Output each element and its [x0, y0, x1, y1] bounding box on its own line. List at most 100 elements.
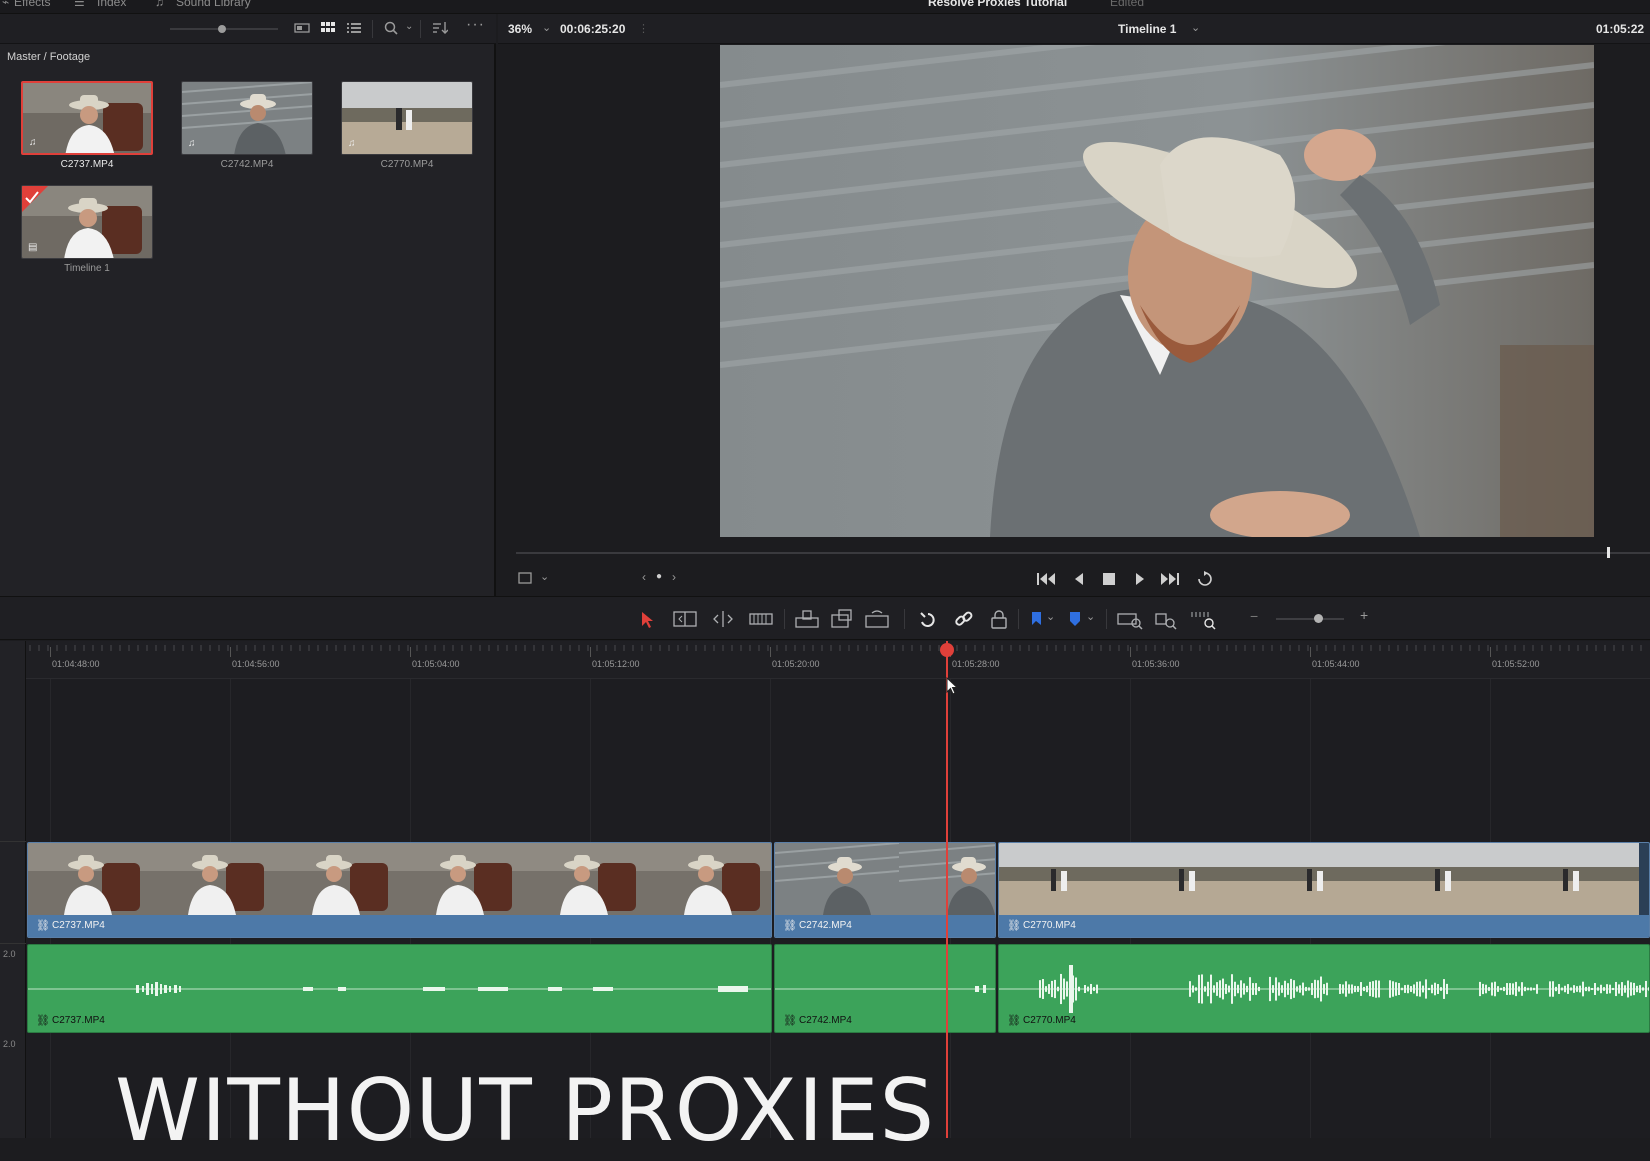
- index-tab[interactable]: Index: [97, 0, 126, 9]
- sound-library-tab[interactable]: Sound Library: [176, 0, 251, 9]
- go-to-start-icon[interactable]: [1036, 572, 1056, 586]
- jog-dot-icon[interactable]: ●: [656, 571, 662, 582]
- linked-selection-icon[interactable]: [954, 610, 974, 630]
- flag-chevron-down-icon[interactable]: ⌄: [1046, 610, 1055, 623]
- effects-tab[interactable]: Effects: [14, 0, 50, 9]
- ruler-timecode-label: 01:05:44:00: [1312, 659, 1360, 669]
- marker-icon[interactable]: [1068, 611, 1082, 627]
- ruler-major-tick: [50, 647, 51, 657]
- clip-thumbnail-image: [182, 82, 312, 154]
- clip-thumbnail[interactable]: ♫: [181, 81, 313, 155]
- zoom-detail-icon[interactable]: [1154, 610, 1180, 630]
- zoom-level[interactable]: 36%: [508, 22, 532, 36]
- dynamic-trim-icon[interactable]: [710, 610, 736, 628]
- source-timecode: 00:06:25:20: [560, 22, 626, 36]
- transform-overlay-icon[interactable]: [518, 572, 532, 584]
- search-icon[interactable]: [384, 21, 398, 35]
- video-clip-c2770[interactable]: ⛓ C2770.MP4: [998, 842, 1650, 938]
- trim-tool-icon[interactable]: [672, 610, 698, 628]
- play-reverse-icon[interactable]: [1073, 572, 1085, 586]
- play-icon[interactable]: [1134, 572, 1146, 586]
- zoom-custom-icon[interactable]: [1190, 608, 1218, 630]
- overwrite-clip-icon[interactable]: [830, 609, 854, 629]
- timeline-badge-icon: ▤: [28, 242, 38, 253]
- clip-name: C2737.MP4: [60, 159, 114, 170]
- overlay-chevron-down-icon[interactable]: ⌄: [540, 570, 549, 583]
- video-clip-filmstrip: [999, 843, 1639, 915]
- zoom-full-extent-icon[interactable]: [1116, 610, 1144, 630]
- zoom-out-icon[interactable]: −: [1250, 608, 1258, 624]
- link-icon: ⛓: [1007, 920, 1021, 932]
- timeline-chevron-down-icon[interactable]: ⌄: [1191, 21, 1200, 34]
- insert-clip-icon[interactable]: [794, 610, 820, 630]
- clip-name: C2770.MP4: [1023, 1015, 1076, 1026]
- sound-library-icon[interactable]: ♫: [155, 0, 164, 9]
- timeline-name[interactable]: Timeline 1: [1118, 22, 1176, 36]
- timeline-zoom-slider[interactable]: [1276, 614, 1344, 623]
- clip-thumbnail[interactable]: ♫: [21, 81, 153, 155]
- ruler-major-tick: [1130, 647, 1131, 657]
- timeline-viewer: 36% ⌄ 00:06:25:20 ⋮ Timeline 1 ⌄ 01:05:2…: [498, 14, 1650, 596]
- video-clip-c2737[interactable]: ⛓ C2737.MP4: [27, 842, 772, 938]
- ruler-timecode-label: 01:05:20:00: [772, 659, 820, 669]
- ruler-timecode-label: 01:05:52:00: [1492, 659, 1540, 669]
- clip-thumbnail-image: [22, 186, 152, 258]
- index-icon[interactable]: ☰: [74, 0, 85, 9]
- viewer-options-icon[interactable]: ⋮: [638, 22, 649, 35]
- zoom-in-icon[interactable]: +: [1360, 607, 1368, 623]
- flag-icon[interactable]: [1030, 611, 1042, 627]
- stop-icon[interactable]: [1103, 573, 1115, 585]
- selection-tool-icon[interactable]: [640, 611, 654, 629]
- timeline-zoom-slider-knob[interactable]: [1314, 614, 1324, 623]
- mouse-cursor-icon: [946, 677, 959, 695]
- video-clip-filmstrip: [775, 843, 995, 915]
- link-icon: ⛓: [1007, 1015, 1021, 1027]
- loop-icon[interactable]: [1196, 571, 1214, 587]
- clip-thumbnail[interactable]: ♫: [341, 81, 473, 155]
- search-chevron-down-icon[interactable]: ⌄: [405, 21, 413, 32]
- marker-chevron-down-icon[interactable]: ⌄: [1086, 610, 1095, 623]
- snapping-icon[interactable]: [918, 610, 938, 630]
- thumbnail-size-slider-knob[interactable]: [217, 25, 226, 33]
- audio-clip-c2737[interactable]: ⛓ C2737.MP4: [27, 944, 772, 1033]
- project-status: Edited: [1110, 0, 1145, 9]
- audio-waveform: [999, 965, 1649, 1013]
- ruler-timecode-label: 01:04:56:00: [232, 659, 280, 669]
- more-options-icon[interactable]: ···: [466, 16, 485, 34]
- zoom-chevron-down-icon[interactable]: ⌄: [542, 21, 551, 34]
- effects-icon[interactable]: ⌁: [2, 0, 9, 9]
- ruler-major-tick: [590, 647, 591, 657]
- audio-clip-c2742[interactable]: ⛓ C2742.MP4: [774, 944, 996, 1033]
- link-icon: ⛓: [36, 1015, 50, 1027]
- ruler-major-tick: [1310, 647, 1311, 657]
- next-edit-icon[interactable]: ›: [672, 570, 676, 584]
- timeline-ruler[interactable]: 01:04:48:00 01:04:56:00 01:05:04:00 01:05:1…: [26, 641, 1650, 679]
- video-frame-image: [720, 45, 1594, 537]
- media-pool-toolbar: ⌄ ···: [0, 14, 496, 44]
- position-lock-icon[interactable]: [990, 610, 1008, 630]
- clip-name: C2742.MP4: [220, 159, 274, 170]
- blade-tool-icon[interactable]: [748, 610, 774, 628]
- viewer-scrub-bar[interactable]: [516, 547, 1650, 558]
- clip-name: C2737.MP4: [52, 920, 105, 931]
- thumbnail-size-slider[interactable]: [170, 25, 278, 33]
- audio-clip-c2770[interactable]: ⛓ C2770.MP4: [998, 944, 1650, 1033]
- scrub-handle[interactable]: [1607, 547, 1610, 558]
- thumbnail-view-icon[interactable]: [321, 22, 335, 34]
- overlay-caption: WITHOUT PROXIES: [115, 1061, 936, 1161]
- replace-clip-icon[interactable]: [864, 610, 890, 630]
- prev-edit-icon[interactable]: ‹: [642, 570, 646, 584]
- audio-clip-badge-icon: ♫: [29, 137, 37, 148]
- go-to-end-icon[interactable]: [1160, 572, 1180, 586]
- link-icon: ⛓: [36, 920, 50, 932]
- metadata-view-icon[interactable]: [294, 22, 310, 34]
- sort-icon[interactable]: [432, 21, 448, 35]
- clip-thumbnail[interactable]: ▤: [21, 185, 153, 259]
- viewer-header: 36% ⌄ 00:06:25:20 ⋮ Timeline 1 ⌄ 01:05:2…: [498, 14, 1650, 44]
- playhead[interactable]: [946, 641, 948, 1138]
- viewer-frame[interactable]: [720, 45, 1594, 537]
- clip-label-bar: ⛓ C2742.MP4: [775, 915, 995, 937]
- clip-label-bar: ⛓ C2737.MP4: [28, 915, 771, 937]
- list-view-icon[interactable]: [347, 22, 361, 34]
- video-clip-c2742[interactable]: ⛓ C2742.MP4: [774, 842, 996, 938]
